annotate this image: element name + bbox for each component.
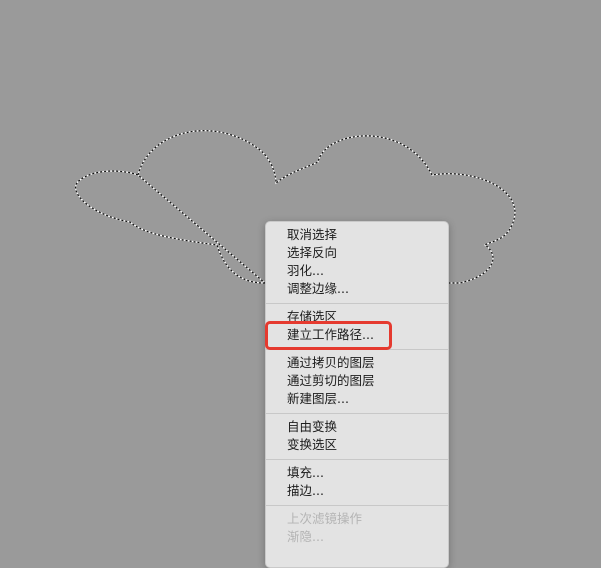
context-menu: 取消选择 选择反向 羽化... 调整边缘... 存储选区 建立工作路径... 通… — [265, 221, 449, 568]
menu-section-save: 存储选区 建立工作路径... — [266, 304, 448, 350]
menu-item-make-work-path[interactable]: 建立工作路径... — [266, 326, 448, 344]
menu-section-layer: 通过拷贝的图层 通过剪切的图层 新建图层... — [266, 350, 448, 414]
menu-item-feather[interactable]: 羽化... — [266, 262, 448, 280]
menu-item-layer-via-copy[interactable]: 通过拷贝的图层 — [266, 354, 448, 372]
menu-item-fill[interactable]: 填充... — [266, 464, 448, 482]
menu-item-layer-via-cut[interactable]: 通过剪切的图层 — [266, 372, 448, 390]
menu-item-fade: 渐隐... — [287, 529, 324, 544]
menu-section-transform: 自由变换 变换选区 — [266, 414, 448, 460]
menu-item-new-layer[interactable]: 新建图层... — [266, 390, 448, 408]
menu-item-stroke[interactable]: 描边... — [266, 482, 448, 500]
menu-item-transform-selection[interactable]: 变换选区 — [266, 436, 448, 454]
menu-item-select-inverse[interactable]: 选择反向 — [266, 244, 448, 262]
menu-section-fill: 填充... 描边... — [266, 460, 448, 506]
menu-item-free-transform[interactable]: 自由变换 — [266, 418, 448, 436]
menu-item-last-filter: 上次滤镜操作 — [287, 511, 363, 526]
menu-section-selection: 取消选择 选择反向 羽化... 调整边缘... — [266, 222, 448, 304]
menu-item-save-selection[interactable]: 存储选区 — [266, 308, 448, 326]
menu-item-refine-edge[interactable]: 调整边缘... — [266, 280, 448, 298]
menu-section-filter: 上次滤镜操作 渐隐... — [266, 506, 448, 551]
menu-item-deselect[interactable]: 取消选择 — [266, 226, 448, 244]
